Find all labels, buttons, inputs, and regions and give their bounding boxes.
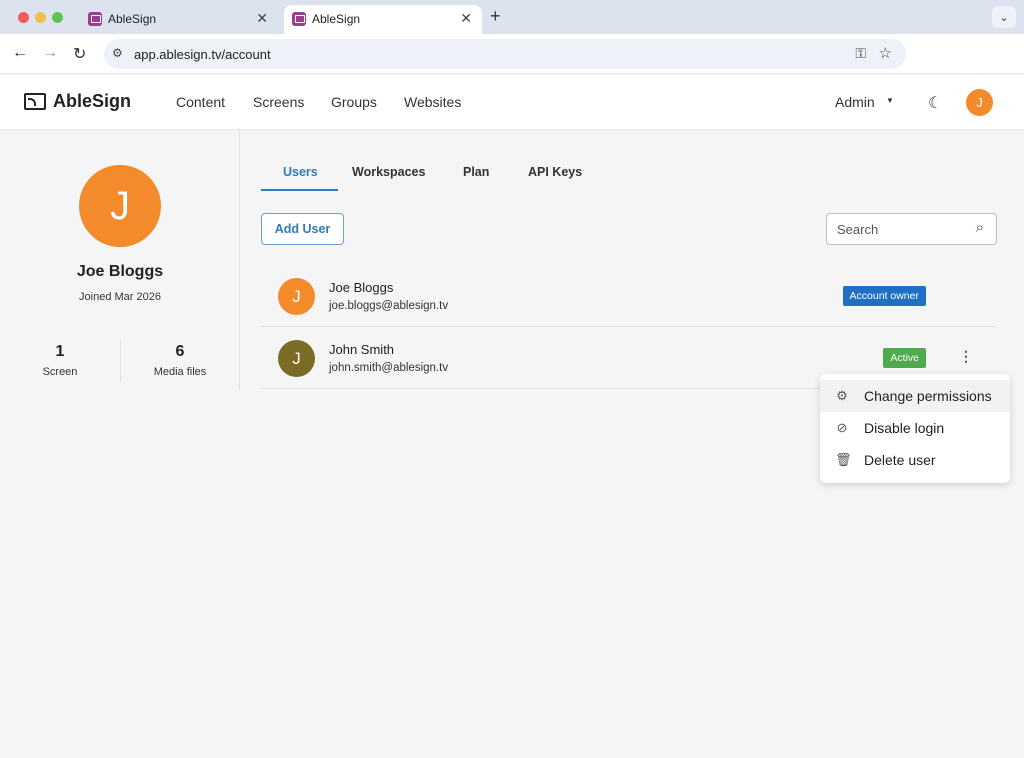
brand-name: AbleSign [53, 91, 132, 111]
admin-menu[interactable]: Admin [835, 94, 875, 110]
user-name: Joe Bloggs [329, 280, 394, 295]
stat-label: Media files [153, 366, 207, 378]
forward-arrow-icon[interactable]: → [42, 44, 58, 62]
close-window-button[interactable] [18, 12, 29, 23]
browser-tabbar: AbleSign ✕ AbleSign ✕ + ⌄ [0, 0, 1024, 34]
browser-tab-title: AbleSign [312, 12, 361, 26]
nav-content[interactable]: Content [176, 94, 225, 110]
profile-joined-date: Joined Mar 2026 [79, 291, 161, 303]
ablesign-logo[interactable]: AbleSign [24, 91, 131, 112]
add-user-button[interactable]: Add User [261, 213, 344, 245]
menu-item-delete-user[interactable]: 🗑 Delete user [820, 444, 1010, 476]
user-name: John Smith [329, 342, 395, 357]
search-field[interactable]: ⌕ [826, 213, 997, 245]
dark-mode-moon-icon[interactable]: ☾ [928, 93, 942, 113]
trash-icon: 🗑 [835, 452, 852, 467]
reload-icon[interactable]: ↻ [73, 44, 86, 64]
menu-item-label: Change permissions [864, 388, 992, 404]
ablesign-favicon-icon [88, 12, 102, 26]
stat-label: Screen [42, 366, 78, 378]
user-email: joe.bloggs@ablesign.tv [329, 300, 449, 312]
user-row-avatar: J [278, 340, 315, 377]
search-icon[interactable]: ⌕ [976, 219, 984, 236]
tab-search-chevron-icon[interactable]: ⌄ [992, 6, 1016, 28]
stat-screens: 1 Screen [10, 343, 110, 378]
search-input[interactable] [837, 222, 957, 237]
menu-item-label: Delete user [864, 452, 936, 468]
menu-item-change-permissions[interactable]: ⚙ Change permissions [820, 380, 1010, 412]
user-avatar[interactable]: J [966, 89, 993, 116]
password-key-icon[interactable]: ⚿ [855, 45, 866, 62]
nav-groups[interactable]: Groups [331, 94, 377, 110]
minimize-window-button[interactable] [35, 12, 46, 23]
site-settings-icon[interactable]: ⚙ [112, 46, 123, 60]
nav-websites[interactable]: Websites [404, 94, 461, 110]
tab-plan[interactable]: Plan [463, 165, 489, 179]
tab-api-keys[interactable]: API Keys [528, 165, 582, 179]
user-row[interactable]: J Joe Bloggs joe.bloggs@ablesign.tv Acco… [261, 265, 997, 327]
tab-users[interactable]: Users [283, 165, 318, 179]
status-badge-active: Active [883, 348, 926, 368]
browser-tab-2[interactable]: AbleSign ✕ [284, 5, 482, 34]
back-arrow-icon[interactable]: ← [12, 44, 28, 62]
stat-value: 6 [175, 343, 185, 360]
browser-tab-1[interactable]: AbleSign ✕ [80, 5, 278, 34]
user-row-avatar: J [278, 278, 315, 315]
cast-screen-icon [24, 93, 46, 110]
account-owner-badge: Account owner [842, 286, 926, 306]
close-tab-icon[interactable]: ✕ [460, 10, 472, 27]
close-tab-icon[interactable]: ✕ [256, 10, 268, 27]
menu-item-disable-login[interactable]: ⊘ Disable login [820, 412, 1010, 444]
stat-divider [120, 340, 121, 382]
active-tab-indicator [261, 189, 338, 191]
row-more-options-icon[interactable]: ⋮ [959, 348, 973, 365]
user-actions-menu: ⚙ Change permissions ⊘ Disable login 🗑 D… [820, 374, 1010, 483]
tab-workspaces[interactable]: Workspaces [352, 165, 425, 179]
user-email: john.smith@ablesign.tv [329, 362, 449, 374]
user-gear-icon: ⚙ [836, 388, 848, 403]
address-bar[interactable]: ⚙ app.ablesign.tv/account ⚿ ☆ [104, 39, 906, 69]
browser-toolbar: ← → ↻ ⚙ app.ablesign.tv/account ⚿ ☆ ⧉ A … [0, 34, 1024, 97]
profile-avatar: J [79, 165, 161, 247]
ablesign-favicon-icon [292, 12, 306, 26]
stat-value: 1 [55, 343, 65, 360]
url-text[interactable]: app.ablesign.tv/account [134, 47, 271, 62]
app-header: AbleSign Content Screens Groups Websites… [0, 75, 1024, 130]
nav-screens[interactable]: Screens [253, 94, 304, 110]
user-off-icon: ⊘ [836, 420, 848, 435]
bookmark-star-icon[interactable]: ☆ [879, 44, 892, 62]
new-tab-icon[interactable]: + [490, 6, 501, 27]
stat-media-files: 6 Media files [130, 343, 230, 378]
profile-name: Joe Bloggs [76, 263, 164, 280]
menu-item-label: Disable login [864, 420, 945, 436]
profile-panel: J Joe Bloggs Joined Mar 2026 1 Screen 6 … [0, 130, 240, 390]
caret-down-icon[interactable]: ▼ [886, 96, 894, 105]
maximize-window-button[interactable] [52, 12, 63, 23]
browser-tab-title: AbleSign [108, 12, 157, 26]
